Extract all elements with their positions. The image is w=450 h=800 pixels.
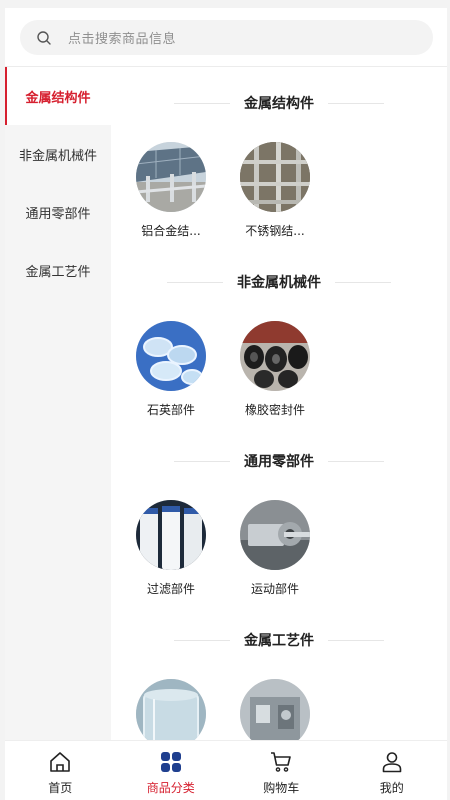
- tab-label: 我的: [379, 781, 404, 795]
- item-name: 铝合金结...: [141, 224, 201, 238]
- category-content: 金属结构件 铝合金结... 不锈钢结... 非金属机械件 石英部件 橡胶密封件 …: [111, 66, 447, 746]
- sidebar-item-general-parts[interactable]: 通用零部件: [5, 183, 111, 241]
- divider: [328, 102, 384, 104]
- quartz-parts-photo: [136, 321, 206, 391]
- category-section: 通用零部件 过滤部件 运动部件: [111, 450, 447, 610]
- sidebar-item-metal-craft[interactable]: 金属工艺件: [5, 241, 111, 299]
- section-title: 非金属机械件: [237, 275, 321, 291]
- category-sidebar: 金属结构件 非金属机械件 通用零部件 金属工艺件: [5, 66, 111, 746]
- section-header: 非金属机械件: [111, 271, 447, 293]
- divider: [167, 281, 223, 283]
- category-section: 金属结构件 铝合金结... 不锈钢结...: [111, 92, 447, 252]
- category-item[interactable]: [232, 679, 318, 746]
- filter-cartridges-photo: [136, 500, 206, 570]
- tab-cart[interactable]: 购物车: [226, 741, 337, 800]
- section-header: 金属工艺件: [111, 629, 447, 651]
- section-header: 通用零部件: [111, 450, 447, 472]
- divider: [328, 639, 384, 641]
- divider: [174, 639, 230, 641]
- category-item[interactable]: 石英部件: [128, 321, 214, 418]
- category-item[interactable]: 橡胶密封件: [232, 321, 318, 418]
- search-area: 点击搜索商品信息: [5, 8, 447, 66]
- item-name: 过滤部件: [146, 582, 195, 596]
- tab-label: 购物车: [263, 781, 300, 795]
- search-input[interactable]: 点击搜索商品信息: [20, 20, 433, 55]
- rubber-seals-photo: [240, 321, 310, 391]
- sidebar-item-metal-structure[interactable]: 金属结构件: [5, 67, 111, 125]
- section-header: 金属结构件: [111, 92, 447, 114]
- category-page: 点击搜索商品信息 金属结构件 非金属机械件 通用零部件 金属工艺件 金属结构件: [5, 8, 447, 800]
- glass-cylinder-photo: [136, 679, 206, 746]
- tab-label: 首页: [48, 781, 73, 795]
- bottom-tab-bar: 首页 商品分类 购物车 我的: [5, 740, 447, 800]
- divider: [174, 102, 230, 104]
- search-icon: [26, 20, 62, 55]
- item-name: 不锈钢结...: [245, 224, 305, 238]
- category-item[interactable]: 不锈钢结...: [232, 142, 318, 239]
- divider: [174, 460, 230, 462]
- sidebar-item-label: 非金属机械件: [18, 148, 97, 164]
- sidebar-item-label: 通用零部件: [25, 206, 91, 222]
- sidebar-item-nonmetal-mechanical[interactable]: 非金属机械件: [5, 125, 111, 183]
- motion-parts-photo: [240, 500, 310, 570]
- section-title: 金属结构件: [244, 96, 314, 112]
- item-name: 橡胶密封件: [244, 403, 305, 417]
- section-title: 通用零部件: [244, 454, 314, 470]
- user-icon: [379, 749, 405, 775]
- category-section: 金属工艺件: [111, 629, 447, 746]
- tab-label: 商品分类: [146, 781, 195, 795]
- tab-category[interactable]: 商品分类: [116, 741, 227, 800]
- section-title: 金属工艺件: [244, 633, 314, 649]
- item-name: 运动部件: [250, 582, 299, 596]
- category-icon: [158, 749, 184, 775]
- sidebar-item-label: 金属工艺件: [25, 264, 91, 280]
- home-icon: [47, 749, 73, 775]
- cart-icon: [268, 749, 294, 775]
- divider: [328, 460, 384, 462]
- solar-mount-photo: [136, 142, 206, 212]
- category-item[interactable]: [128, 679, 214, 746]
- item-name: 石英部件: [146, 403, 195, 417]
- search-placeholder: 点击搜索商品信息: [68, 32, 177, 47]
- category-section: 非金属机械件 石英部件 橡胶密封件: [111, 271, 447, 431]
- tab-home[interactable]: 首页: [5, 741, 116, 800]
- category-item[interactable]: 运动部件: [232, 500, 318, 597]
- sidebar-item-label: 金属结构件: [25, 90, 91, 106]
- steel-rack-photo: [240, 142, 310, 212]
- tab-profile[interactable]: 我的: [337, 741, 448, 800]
- divider: [335, 281, 391, 283]
- category-item[interactable]: 铝合金结...: [128, 142, 214, 239]
- machinery-photo: [240, 679, 310, 746]
- category-item[interactable]: 过滤部件: [128, 500, 214, 597]
